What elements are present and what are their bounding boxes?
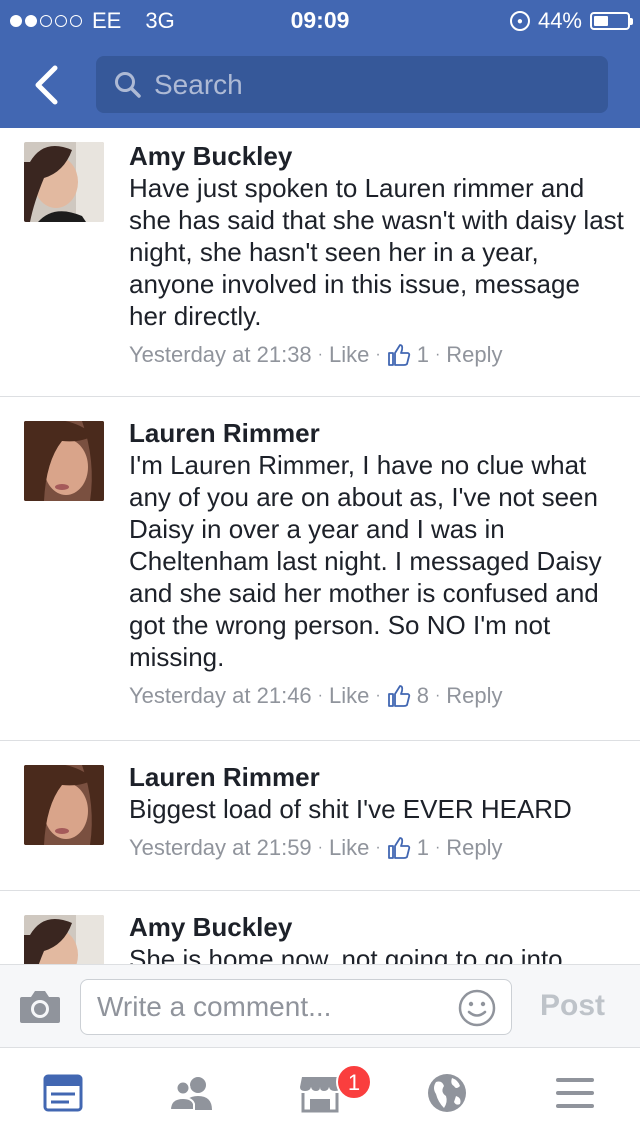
news-feed-icon — [43, 1074, 83, 1112]
like-link[interactable]: Like — [329, 683, 369, 709]
notification-badge: 1 — [336, 1064, 372, 1100]
thumbs-up-icon — [387, 344, 410, 366]
comment-author[interactable]: Amy Buckley — [129, 140, 624, 172]
comment-text: She is home now, not going to go into — [129, 944, 563, 964]
comment-timestamp[interactable]: Yesterday at 21:59 — [129, 835, 312, 861]
comment-meta: Yesterday at 21:46 · Like · 8 · Reply — [129, 683, 503, 709]
chevron-left-icon — [35, 65, 58, 105]
top-bar: EE 3G 09:09 ● 44% — [0, 0, 640, 128]
tab-friends[interactable] — [167, 1070, 217, 1116]
tab-notifications[interactable] — [422, 1070, 472, 1116]
comment-timestamp[interactable]: Yesterday at 21:46 — [129, 683, 312, 709]
search-input[interactable] — [154, 68, 594, 101]
back-button[interactable] — [24, 60, 68, 110]
comment-list: Amy Buckley Have just spoken to Lauren r… — [0, 128, 640, 964]
avatar[interactable] — [24, 421, 104, 501]
menu-icon — [556, 1078, 594, 1108]
comment-text: I'm Lauren Rimmer, I have no clue what a… — [129, 450, 602, 672]
comment-author[interactable]: Amy Buckley — [129, 911, 624, 943]
like-link[interactable]: Like — [329, 342, 369, 368]
comment-text: Biggest load of shit I've EVER HEARD — [129, 794, 572, 824]
search-bar[interactable] — [96, 56, 608, 113]
avatar[interactable] — [24, 142, 104, 222]
like-count[interactable]: 1 — [417, 342, 429, 368]
emoji-button[interactable] — [457, 988, 497, 1028]
reply-link[interactable]: Reply — [446, 683, 502, 709]
avatar[interactable] — [24, 765, 104, 845]
comment-author[interactable]: Lauren Rimmer — [129, 761, 624, 793]
search-icon — [115, 71, 141, 98]
comment-item: Amy Buckley She is home now, not going t… — [0, 891, 640, 964]
comment-meta: Yesterday at 21:59 · Like · 1 · Reply — [129, 835, 503, 861]
globe-icon — [428, 1074, 466, 1112]
reply-link[interactable]: Reply — [446, 342, 502, 368]
status-right: ● 44% — [509, 8, 633, 34]
battery-icon — [590, 12, 633, 30]
status-bar: EE 3G 09:09 ● 44% — [0, 0, 640, 40]
comment-text: Have just spoken to Lauren rimmer and sh… — [129, 173, 624, 331]
camera-icon — [20, 991, 60, 1023]
tab-menu[interactable] — [550, 1070, 600, 1116]
like-count[interactable]: 8 — [417, 683, 429, 709]
comment-input-box[interactable] — [80, 979, 512, 1035]
thumbs-up-icon — [387, 837, 410, 859]
post-button[interactable]: Post — [540, 989, 605, 1023]
like-link[interactable]: Like — [329, 835, 369, 861]
comment-item: Lauren Rimmer I'm Lauren Rimmer, I have … — [0, 397, 640, 741]
comment-composer: Post — [0, 964, 640, 1048]
reply-link[interactable]: Reply — [446, 835, 502, 861]
comment-input[interactable] — [97, 991, 437, 1023]
thumbs-up-icon — [387, 685, 410, 707]
like-count[interactable]: 1 — [417, 835, 429, 861]
bottom-tab-bar: 1 — [0, 1048, 640, 1136]
comment-item: Lauren Rimmer Biggest load of shit I've … — [0, 741, 640, 891]
avatar[interactable] — [24, 915, 104, 964]
friends-icon — [168, 1077, 212, 1111]
camera-button[interactable] — [18, 987, 62, 1027]
comment-meta: Yesterday at 21:38 · Like · 1 · Reply — [129, 342, 503, 368]
smiley-icon — [458, 989, 496, 1027]
comment-item: Amy Buckley Have just spoken to Lauren r… — [0, 128, 640, 397]
battery-percent: 44% — [537, 8, 582, 33]
rotation-lock-icon: ● — [509, 11, 530, 31]
tab-news-feed[interactable] — [38, 1070, 88, 1116]
comment-author[interactable]: Lauren Rimmer — [129, 417, 624, 449]
comment-timestamp[interactable]: Yesterday at 21:38 — [129, 342, 312, 368]
